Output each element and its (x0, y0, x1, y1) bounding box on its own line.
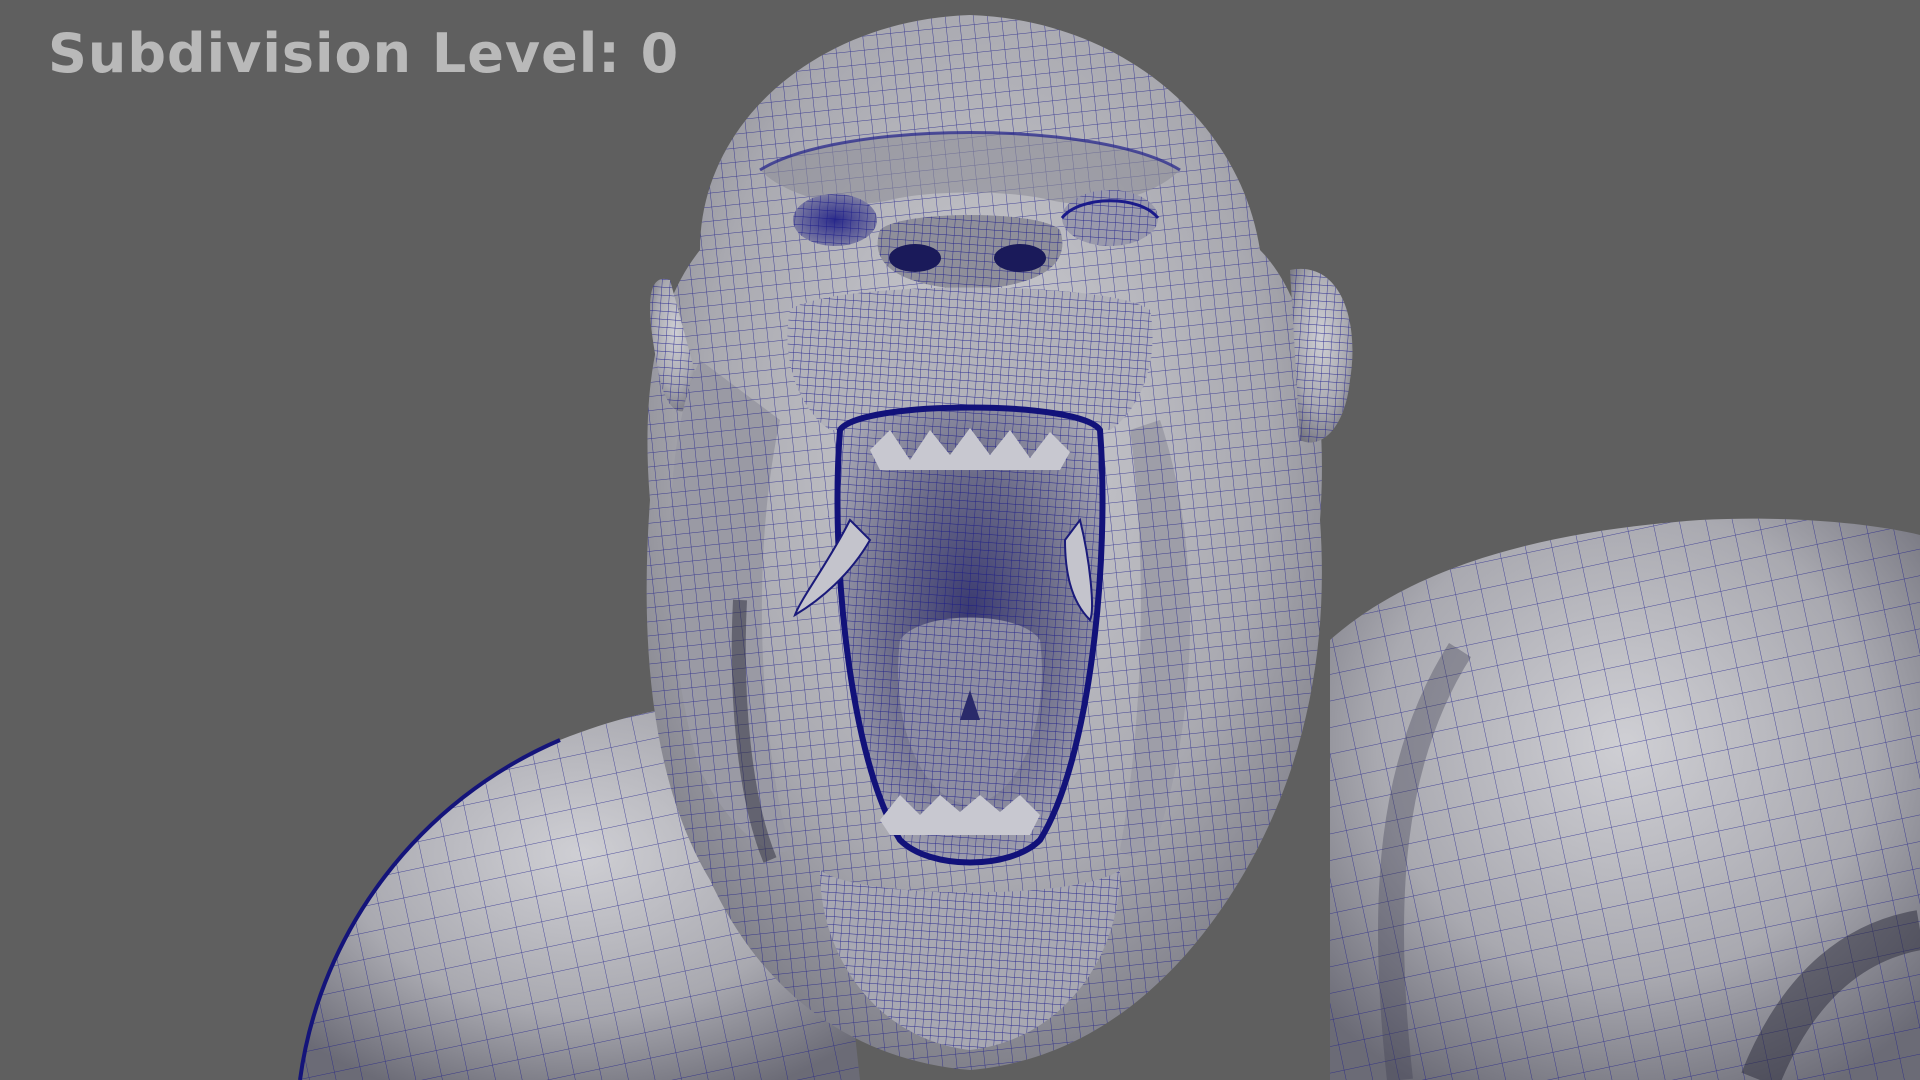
right-ear (1290, 268, 1353, 443)
open-mouth (834, 404, 1106, 866)
left-eye (793, 194, 877, 246)
3d-viewport[interactable]: Subdivision Level: 0 (0, 0, 1920, 1080)
right-eye (1060, 190, 1160, 246)
right-shoulder (1330, 518, 1920, 1080)
subdivision-level-label: Subdivision Level: 0 (48, 22, 680, 85)
gorilla-mesh-render[interactable] (0, 0, 1920, 1080)
